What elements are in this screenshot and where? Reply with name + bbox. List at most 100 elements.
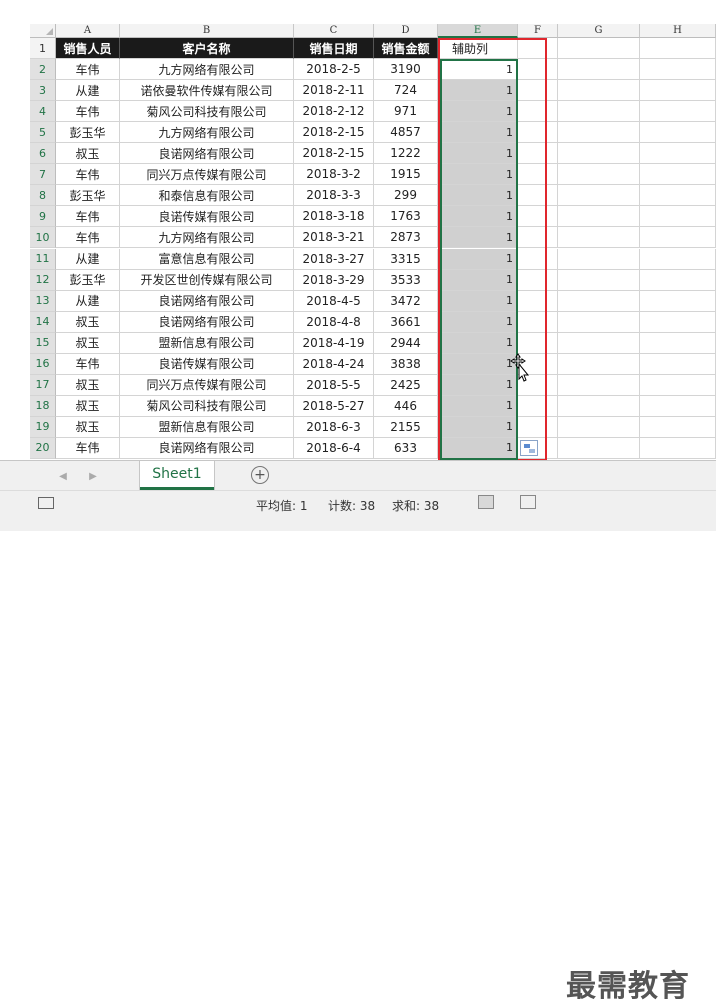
empty-cell[interactable] [558, 374, 640, 396]
empty-cell[interactable] [518, 416, 558, 438]
empty-cell[interactable] [640, 353, 716, 375]
empty-cell[interactable] [558, 227, 640, 249]
table-cell[interactable]: 1 [438, 248, 518, 270]
header-cell[interactable]: 销售人员 [56, 38, 120, 60]
table-cell[interactable]: 叔玉 [56, 311, 120, 333]
table-cell[interactable]: 叔玉 [56, 143, 120, 165]
empty-cell[interactable] [640, 38, 716, 60]
normal-view-button[interactable] [478, 495, 494, 509]
table-cell[interactable]: 从建 [56, 248, 120, 270]
quick-analysis-icon[interactable] [520, 440, 538, 456]
table-cell[interactable]: 1 [438, 185, 518, 207]
empty-cell[interactable] [640, 248, 716, 270]
table-cell[interactable]: 1 [438, 101, 518, 123]
table-cell[interactable]: 车伟 [56, 101, 120, 123]
table-cell[interactable]: 3838 [374, 353, 438, 375]
table-cell[interactable]: 446 [374, 395, 438, 417]
table-cell[interactable]: 叔玉 [56, 332, 120, 354]
empty-cell[interactable] [518, 290, 558, 312]
table-cell[interactable]: 2018-2-15 [294, 122, 374, 144]
table-cell[interactable]: 2018-6-3 [294, 416, 374, 438]
spreadsheet-grid[interactable]: ABCDEFGH 1 销售人员 客户名称 销售日期 销售金额 辅助列 2 车伟 九方网络有限公司… [0, 0, 716, 460]
empty-cell[interactable] [518, 227, 558, 249]
table-cell[interactable]: 3315 [374, 248, 438, 270]
table-cell[interactable]: 1 [438, 374, 518, 396]
empty-cell[interactable] [518, 122, 558, 144]
empty-cell[interactable] [640, 227, 716, 249]
table-cell[interactable]: 1222 [374, 143, 438, 165]
empty-cell[interactable] [518, 395, 558, 417]
table-cell[interactable]: 盟新信息有限公司 [120, 332, 294, 354]
table-cell[interactable]: 2018-2-5 [294, 59, 374, 81]
row-header[interactable]: 20 [30, 437, 56, 459]
table-cell[interactable]: 1 [438, 59, 518, 81]
table-cell[interactable]: 良诺网络有限公司 [120, 311, 294, 333]
table-cell[interactable]: 彭玉华 [56, 269, 120, 291]
empty-cell[interactable] [518, 248, 558, 270]
table-cell[interactable]: 车伟 [56, 59, 120, 81]
empty-cell[interactable] [640, 185, 716, 207]
table-cell[interactable]: 2018-3-21 [294, 227, 374, 249]
table-cell[interactable]: 九方网络有限公司 [120, 59, 294, 81]
table-cell[interactable]: 1 [438, 416, 518, 438]
row-header[interactable]: 14 [30, 311, 56, 333]
table-cell[interactable]: 2018-3-18 [294, 206, 374, 228]
table-cell[interactable]: 同兴万点传媒有限公司 [120, 374, 294, 396]
row-header[interactable]: 7 [30, 164, 56, 186]
prev-sheet-icon[interactable]: ◀ [58, 469, 68, 483]
empty-cell[interactable] [558, 122, 640, 144]
empty-cell[interactable] [640, 269, 716, 291]
table-cell[interactable]: 1763 [374, 206, 438, 228]
column-header-c[interactable]: C [294, 24, 374, 38]
empty-cell[interactable] [558, 437, 640, 459]
table-cell[interactable]: 2018-3-29 [294, 269, 374, 291]
empty-cell[interactable] [558, 332, 640, 354]
table-cell[interactable]: 九方网络有限公司 [120, 122, 294, 144]
empty-cell[interactable] [640, 416, 716, 438]
empty-cell[interactable] [518, 332, 558, 354]
table-cell[interactable]: 2018-3-2 [294, 164, 374, 186]
empty-cell[interactable] [558, 59, 640, 81]
column-header-d[interactable]: D [374, 24, 438, 38]
column-header-e[interactable]: E [438, 24, 518, 38]
row-header[interactable]: 9 [30, 206, 56, 228]
header-cell[interactable]: 销售金额 [374, 38, 438, 60]
table-cell[interactable]: 良诺传媒有限公司 [120, 353, 294, 375]
row-header[interactable]: 5 [30, 122, 56, 144]
table-cell[interactable]: 2018-4-8 [294, 311, 374, 333]
empty-cell[interactable] [518, 311, 558, 333]
table-cell[interactable]: 叔玉 [56, 374, 120, 396]
empty-cell[interactable] [558, 206, 640, 228]
table-cell[interactable]: 开发区世创传媒有限公司 [120, 269, 294, 291]
table-cell[interactable]: 富意信息有限公司 [120, 248, 294, 270]
empty-cell[interactable] [640, 80, 716, 102]
row-header[interactable]: 10 [30, 227, 56, 249]
table-cell[interactable]: 从建 [56, 290, 120, 312]
table-cell[interactable]: 1 [438, 437, 518, 459]
empty-cell[interactable] [518, 59, 558, 81]
empty-cell[interactable] [558, 416, 640, 438]
table-cell[interactable]: 1 [438, 395, 518, 417]
page-layout-view-button[interactable] [520, 495, 536, 509]
table-cell[interactable]: 2155 [374, 416, 438, 438]
table-cell[interactable]: 1 [438, 332, 518, 354]
table-cell[interactable]: 633 [374, 437, 438, 459]
row-header[interactable]: 2 [30, 59, 56, 81]
empty-cell[interactable] [640, 122, 716, 144]
macro-record-icon[interactable] [38, 497, 54, 509]
table-cell[interactable]: 菊风公司科技有限公司 [120, 101, 294, 123]
table-cell[interactable]: 1 [438, 206, 518, 228]
header-cell[interactable]: 客户名称 [120, 38, 294, 60]
empty-cell[interactable] [640, 59, 716, 81]
column-header-f[interactable]: F [518, 24, 558, 38]
table-cell[interactable]: 1 [438, 269, 518, 291]
table-cell[interactable]: 1915 [374, 164, 438, 186]
table-cell[interactable]: 299 [374, 185, 438, 207]
table-cell[interactable]: 2018-2-11 [294, 80, 374, 102]
row-header[interactable]: 3 [30, 80, 56, 102]
header-cell[interactable]: 辅助列 [438, 38, 518, 60]
table-cell[interactable]: 2018-4-24 [294, 353, 374, 375]
empty-cell[interactable] [558, 290, 640, 312]
empty-cell[interactable] [558, 269, 640, 291]
empty-cell[interactable] [558, 311, 640, 333]
